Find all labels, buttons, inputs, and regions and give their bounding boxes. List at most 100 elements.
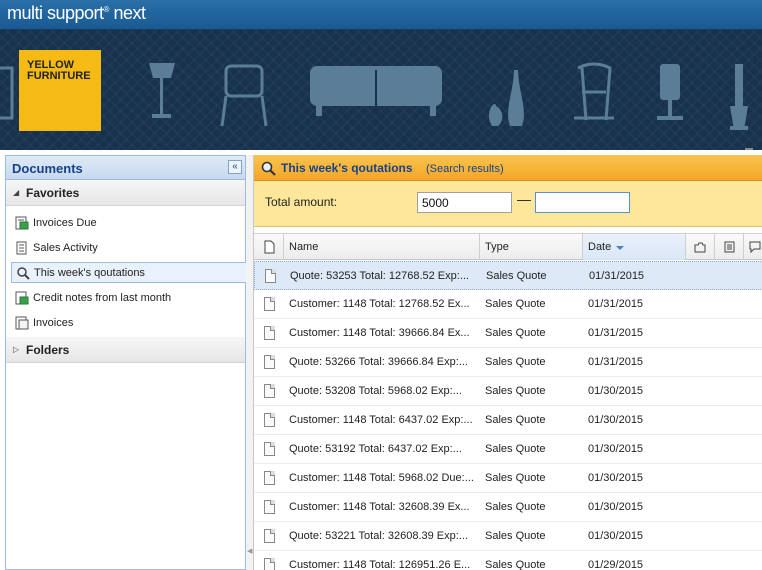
row-name: Quote: 53208 Total: 5968.02 Exp:... xyxy=(289,385,462,397)
row-name: Customer: 1148 Total: 39666.84 Ex... xyxy=(289,327,470,339)
nav-item-invoices[interactable]: Invoices xyxy=(11,313,247,334)
filter-bar: Total amount: — xyxy=(254,181,762,227)
column-date[interactable]: Date xyxy=(583,234,686,260)
sales-activity-icon xyxy=(16,241,27,255)
column-notes[interactable] xyxy=(715,234,744,260)
row-type: Sales Quote xyxy=(485,472,546,484)
nav-item-sales-activity[interactable]: Sales Activity xyxy=(11,238,247,259)
results-panel: This week's qoutations (Search results) … xyxy=(253,155,762,570)
invoices-due-icon xyxy=(15,216,29,230)
row-date: 01/31/2015 xyxy=(589,270,645,282)
table-row[interactable]: Customer: 1148 Total: 6437.02 Exp:... Sal… xyxy=(254,406,762,435)
range-dash: — xyxy=(517,191,531,207)
row-type: Sales Quote xyxy=(485,530,546,542)
document-icon xyxy=(265,269,276,283)
row-date: 01/30/2015 xyxy=(588,385,644,397)
row-date: 01/30/2015 xyxy=(588,414,644,426)
column-comments[interactable] xyxy=(744,234,762,260)
notes-icon xyxy=(724,241,735,253)
row-name: Customer: 1148 Total: 5968.02 Due:... xyxy=(289,472,474,484)
row-type: Sales Quote xyxy=(485,385,546,397)
document-icon xyxy=(264,413,275,427)
row-name: Customer: 1148 Total: 12768.52 Ex... xyxy=(289,298,470,310)
table-row[interactable]: Customer: 1148 Total: 39666.84 Ex... Sale… xyxy=(254,319,762,348)
splitter-arrow-icon: ◀ xyxy=(247,548,253,555)
row-type: Sales Quote xyxy=(485,501,546,513)
row-date: 01/30/2015 xyxy=(588,443,644,455)
row-name: Quote: 53266 Total: 39666.84 Exp:... xyxy=(289,356,468,368)
row-type: Sales Quote xyxy=(485,559,546,570)
document-icon xyxy=(264,558,275,570)
row-type: Sales Quote xyxy=(485,443,546,455)
column-attachment[interactable] xyxy=(686,234,715,260)
nav-item-invoices-due[interactable]: Invoices Due xyxy=(11,213,247,234)
comment-icon xyxy=(749,241,761,253)
document-icon xyxy=(264,529,275,543)
total-amount-label: Total amount: xyxy=(265,195,338,209)
document-icon xyxy=(264,240,275,254)
table-row[interactable]: Quote: 53192 Total: 6437.02 Exp:... Sales… xyxy=(254,435,762,464)
yellow-furniture-logo: YELLOW FURNITURE xyxy=(19,50,101,131)
row-type: Sales Quote xyxy=(485,414,546,426)
sort-descending-icon xyxy=(616,246,624,250)
document-icon xyxy=(264,355,275,369)
row-date: 01/31/2015 xyxy=(588,327,644,339)
row-name: Customer: 1148 Total: 6437.02 Exp:... xyxy=(289,414,473,426)
panel-splitter[interactable]: ◀ xyxy=(246,155,253,570)
folders-label: Folders xyxy=(26,343,70,357)
document-icon xyxy=(264,326,275,340)
furniture-illustration xyxy=(0,62,748,130)
table-row[interactable]: Quote: 53221 Total: 32608.39 Exp:... Sale… xyxy=(254,522,762,551)
table-row[interactable]: Customer: 1148 Total: 126951.26 E... Sale… xyxy=(254,551,762,570)
table-row[interactable]: Customer: 1148 Total: 32608.39 Ex... Sale… xyxy=(254,493,762,522)
documents-panel-header: Documents « xyxy=(6,156,245,180)
column-icon[interactable] xyxy=(254,234,284,260)
favorites-label: Favorites xyxy=(26,186,80,200)
row-type: Sales Quote xyxy=(486,270,547,282)
search-icon xyxy=(261,161,276,176)
row-name: Customer: 1148 Total: 126951.26 E... xyxy=(289,559,471,570)
results-subtitle: (Search results) xyxy=(426,163,504,175)
app-title: multi support® next xyxy=(7,3,146,23)
invoices-icon xyxy=(15,316,29,330)
column-type[interactable]: Type xyxy=(480,234,583,260)
row-date: 01/31/2015 xyxy=(588,298,644,310)
results-title: This week's qoutations xyxy=(281,161,413,175)
row-name: Customer: 1148 Total: 32608.39 Ex... xyxy=(289,501,470,513)
column-name[interactable]: Name xyxy=(284,234,480,260)
row-name: Quote: 53221 Total: 32608.39 Exp:... xyxy=(289,530,468,542)
table-row[interactable]: Customer: 1148 Total: 5968.02 Due:... Sal… xyxy=(254,464,762,493)
document-icon xyxy=(264,442,275,456)
results-panel-header: This week's qoutations (Search results) xyxy=(254,155,762,181)
banner-resize-handle[interactable] xyxy=(745,148,753,150)
expanded-triangle-icon: ◢ xyxy=(13,188,20,197)
row-date: 01/31/2015 xyxy=(588,356,644,368)
collapse-panel-button[interactable]: « xyxy=(228,160,242,174)
row-name: Quote: 53253 Total: 12768.52 Exp:... xyxy=(290,270,469,282)
document-icon xyxy=(264,297,275,311)
nav-item-this-weeks-quotations[interactable]: This week's qoutations xyxy=(11,262,247,283)
row-date: 01/30/2015 xyxy=(588,472,644,484)
total-amount-max-input[interactable] xyxy=(535,192,630,213)
table-row[interactable]: Quote: 53266 Total: 39666.84 Exp:... Sale… xyxy=(254,348,762,377)
collapsed-triangle-icon: ▷ xyxy=(13,345,20,354)
table-row[interactable]: Quote: 53253 Total: 12768.52 Exp:... Sale… xyxy=(254,261,762,290)
favorites-group-header[interactable]: ◢ Favorites xyxy=(6,180,245,206)
total-amount-min-input[interactable] xyxy=(417,192,512,213)
attachment-icon xyxy=(694,242,706,253)
documents-panel: Documents « ◢ Favorites Invoices Due Sal… xyxy=(5,155,247,570)
row-date: 01/30/2015 xyxy=(588,501,644,513)
table-row[interactable]: Customer: 1148 Total: 12768.52 Ex... Sale… xyxy=(254,290,762,319)
row-date: 01/30/2015 xyxy=(588,530,644,542)
row-type: Sales Quote xyxy=(485,327,546,339)
document-icon xyxy=(264,500,275,514)
nav-item-credit-notes[interactable]: Credit notes from last month xyxy=(11,288,247,309)
folders-group-header[interactable]: ▷ Folders xyxy=(6,337,245,363)
table-row[interactable]: Quote: 53208 Total: 5968.02 Exp:... Sales… xyxy=(254,377,762,406)
document-icon xyxy=(264,384,275,398)
row-type: Sales Quote xyxy=(485,356,546,368)
credit-notes-icon xyxy=(15,291,29,305)
title-bar: multi support® next xyxy=(0,0,762,30)
document-icon xyxy=(264,471,275,485)
row-name: Quote: 53192 Total: 6437.02 Exp:... xyxy=(289,443,462,455)
